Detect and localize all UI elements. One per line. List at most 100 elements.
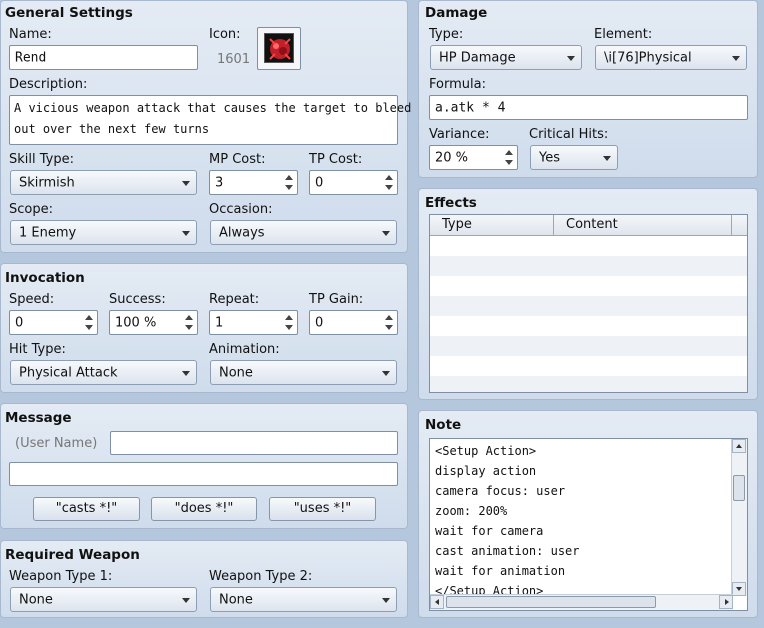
chevron-down-icon <box>732 55 740 61</box>
scroll-left-icon[interactable] <box>430 595 444 609</box>
effects-header-content[interactable]: Content <box>554 215 732 235</box>
spinner-arrows-icon[interactable] <box>283 313 295 332</box>
table-row[interactable] <box>430 356 747 376</box>
note-panel: Note <Setup Action> display action camer… <box>418 410 758 618</box>
note-vertical-scrollbar[interactable] <box>731 439 747 596</box>
message-line-2-input[interactable] <box>9 462 398 486</box>
critical-hits-value: Yes <box>539 150 560 165</box>
animation-select[interactable]: None <box>210 360 397 385</box>
invocation-title: Invocation <box>5 270 85 286</box>
mp-cost-spinner[interactable]: 3 <box>209 170 298 195</box>
message-line-1-input[interactable] <box>110 431 398 455</box>
damage-title: Damage <box>425 5 488 21</box>
element-value: \i[76]Physical <box>604 50 692 65</box>
speed-spinner[interactable]: 0 <box>9 310 98 335</box>
mp-cost-value: 3 <box>215 175 224 190</box>
description-textarea[interactable]: A vicious weapon attack that causes the … <box>9 95 411 145</box>
skill-type-select[interactable]: Skirmish <box>10 170 197 195</box>
effects-panel: Effects Type Content <box>418 188 758 400</box>
weapon-type-1-value: None <box>19 592 53 607</box>
variance-label: Variance: <box>429 127 490 142</box>
message-title: Message <box>5 410 72 426</box>
spinner-arrows-icon[interactable] <box>383 313 395 332</box>
damage-type-value: HP Damage <box>439 50 516 65</box>
success-value: 100 % <box>115 315 157 330</box>
skill-type-label: Skill Type: <box>9 152 74 167</box>
animation-label: Animation: <box>209 342 280 357</box>
repeat-spinner[interactable]: 1 <box>209 310 298 335</box>
icon-index: 1601 <box>217 52 251 67</box>
speed-label: Speed: <box>9 292 55 307</box>
hit-type-label: Hit Type: <box>9 342 66 357</box>
tp-cost-spinner[interactable]: 0 <box>309 170 398 195</box>
description-line-1: A vicious weapon attack that causes the … <box>14 101 412 115</box>
scope-value: 1 Enemy <box>19 225 77 240</box>
occasion-label: Occasion: <box>209 202 273 217</box>
chevron-down-icon <box>382 370 390 376</box>
variance-spinner[interactable]: 20 % <box>429 145 518 170</box>
occasion-value: Always <box>219 225 265 240</box>
mp-cost-label: MP Cost: <box>209 152 266 167</box>
effects-list[interactable]: Type Content <box>429 214 748 393</box>
table-row[interactable] <box>430 296 747 316</box>
spinner-arrows-icon[interactable] <box>183 313 195 332</box>
repeat-value: 1 <box>215 315 224 330</box>
element-select[interactable]: \i[76]Physical <box>595 45 747 70</box>
scroll-down-icon[interactable] <box>732 582 746 596</box>
weapon-type-1-label: Weapon Type 1: <box>9 569 113 584</box>
tp-gain-value: 0 <box>315 315 324 330</box>
spinner-arrows-icon[interactable] <box>503 148 515 167</box>
skill-type-value: Skirmish <box>19 175 75 190</box>
does-button[interactable]: "does *!" <box>151 497 257 521</box>
uses-button[interactable]: "uses *!" <box>269 497 376 521</box>
table-row[interactable] <box>430 256 747 276</box>
hit-type-select[interactable]: Physical Attack <box>10 360 197 385</box>
chevron-down-icon <box>382 597 390 603</box>
scroll-right-icon[interactable] <box>719 595 733 609</box>
success-spinner[interactable]: 100 % <box>109 310 198 335</box>
occasion-select[interactable]: Always <box>210 220 397 245</box>
spinner-arrows-icon[interactable] <box>383 173 395 192</box>
tp-cost-value: 0 <box>315 175 324 190</box>
name-input[interactable]: Rend <box>9 45 198 70</box>
repeat-label: Repeat: <box>209 292 260 307</box>
formula-input[interactable]: a.atk * 4 <box>429 95 748 120</box>
formula-value: a.atk * 4 <box>435 100 506 115</box>
chevron-down-icon <box>182 597 190 603</box>
chevron-down-icon <box>182 230 190 236</box>
effects-header-type[interactable]: Type <box>430 215 554 235</box>
animation-value: None <box>219 365 253 380</box>
user-name-placeholder: (User Name) <box>15 436 98 451</box>
scroll-up-icon[interactable] <box>732 439 746 453</box>
effects-header: Type Content <box>430 215 747 236</box>
scope-select[interactable]: 1 Enemy <box>10 220 197 245</box>
note-vertical-thumb[interactable] <box>733 475 745 501</box>
table-row[interactable] <box>430 316 747 336</box>
damage-type-select[interactable]: HP Damage <box>430 45 582 70</box>
note-textarea[interactable]: <Setup Action> display action camera foc… <box>429 438 748 611</box>
spinner-arrows-icon[interactable] <box>283 173 295 192</box>
invocation-panel: Invocation Speed: 0 Success: 100 % Repea… <box>0 263 408 393</box>
table-row[interactable] <box>430 276 747 296</box>
weapon-type-1-select[interactable]: None <box>10 587 197 612</box>
note-line: camera focus: user <box>435 484 566 498</box>
chevron-down-icon <box>567 55 575 61</box>
message-panel: Message (User Name) "casts *!" "does *!"… <box>0 403 408 529</box>
weapon-type-2-value: None <box>219 592 253 607</box>
effects-title: Effects <box>425 195 477 211</box>
damage-panel: Damage Type: HP Damage Element: \i[76]Ph… <box>418 0 758 178</box>
required-weapon-panel: Required Weapon Weapon Type 1: None Weap… <box>0 540 408 618</box>
weapon-type-2-select[interactable]: None <box>210 587 397 612</box>
note-horizontal-thumb[interactable] <box>446 596 656 608</box>
spinner-arrows-icon[interactable] <box>83 313 95 332</box>
skill-icon-button[interactable] <box>257 27 301 70</box>
tp-gain-spinner[interactable]: 0 <box>309 310 398 335</box>
note-horizontal-scrollbar[interactable] <box>430 594 733 610</box>
note-line: display action <box>435 464 537 478</box>
casts-button[interactable]: "casts *!" <box>33 497 140 521</box>
table-row[interactable] <box>430 376 747 392</box>
icon-label: Icon: <box>209 27 241 42</box>
critical-hits-select[interactable]: Yes <box>530 145 618 170</box>
table-row[interactable] <box>430 236 747 256</box>
table-row[interactable] <box>430 336 747 356</box>
